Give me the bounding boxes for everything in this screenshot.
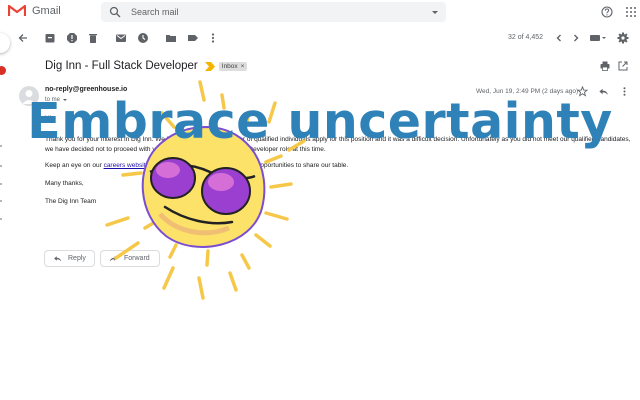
email-signature: The Dig Inn Team: [45, 198, 97, 205]
email-paragraph-2: Keep an eye on our careers website and o…: [45, 162, 348, 169]
forward-arrow-icon: [109, 256, 117, 262]
sender-email[interactable]: no-reply@greenhouse.io: [45, 86, 127, 93]
search-icon[interactable]: [109, 6, 121, 18]
apps-grid-icon[interactable]: [625, 6, 637, 18]
message-toolbar: 32 of 4,452: [0, 28, 640, 48]
report-spam-icon[interactable]: [66, 32, 78, 44]
more-options-icon[interactable]: [207, 32, 219, 44]
settings-gear-icon[interactable]: [617, 32, 629, 44]
input-tools-keyboard-icon[interactable]: [589, 32, 607, 44]
next-chevron-icon[interactable]: [570, 32, 582, 44]
search-bar[interactable]: Search mail: [101, 2, 446, 22]
gmail-logo[interactable]: Gmail: [8, 4, 61, 17]
gmail-m-icon: [8, 4, 26, 16]
search-input[interactable]: Search mail: [131, 7, 430, 17]
top-header: Gmail Search mail: [0, 0, 640, 26]
important-marker-icon[interactable]: [204, 61, 215, 71]
paragraph-2-start: Keep an eye on our: [45, 162, 102, 169]
previous-chevron-icon[interactable]: [553, 32, 565, 44]
rail-item[interactable]: [0, 183, 2, 185]
subject-row: Dig Inn - Full Stack Developer Inbox ×: [45, 58, 248, 74]
message-count: 32 of 4,452: [508, 34, 544, 41]
open-in-new-window-icon[interactable]: [618, 61, 628, 71]
help-icon[interactable]: [601, 6, 613, 18]
app-name: Gmail: [32, 4, 61, 17]
remove-label-icon[interactable]: ×: [241, 63, 245, 70]
email-closing: Many thanks,: [45, 180, 84, 187]
label-icon[interactable]: [187, 32, 199, 44]
rail-item[interactable]: [0, 218, 2, 220]
unread-badge: [0, 66, 6, 75]
archive-icon[interactable]: [44, 32, 56, 44]
label-text: Inbox: [221, 62, 238, 70]
reply-arrow-icon: [54, 256, 62, 262]
forward-button[interactable]: Forward: [100, 250, 160, 267]
reply-button[interactable]: Reply: [44, 250, 95, 267]
reply-label: Reply: [68, 255, 86, 262]
search-options-caret-icon[interactable]: [430, 7, 440, 17]
move-to-icon[interactable]: [165, 32, 177, 44]
print-icon[interactable]: [600, 61, 610, 71]
snooze-clock-icon[interactable]: [137, 32, 149, 44]
back-arrow-icon[interactable]: [17, 32, 29, 44]
rail-item[interactable]: [0, 200, 2, 202]
email-subject: Dig Inn - Full Stack Developer: [45, 60, 198, 72]
forward-label: Forward: [124, 255, 150, 262]
delete-icon[interactable]: [87, 32, 99, 44]
overlay-headline: Embrace uncertainty: [27, 93, 613, 150]
paragraph-2-end: and our social media page for future opp…: [150, 162, 349, 169]
careers-website-link[interactable]: careers website: [104, 162, 150, 169]
rail-item[interactable]: [0, 165, 2, 167]
mark-unread-icon[interactable]: [115, 32, 127, 44]
inbox-label-chip[interactable]: Inbox ×: [218, 61, 248, 71]
